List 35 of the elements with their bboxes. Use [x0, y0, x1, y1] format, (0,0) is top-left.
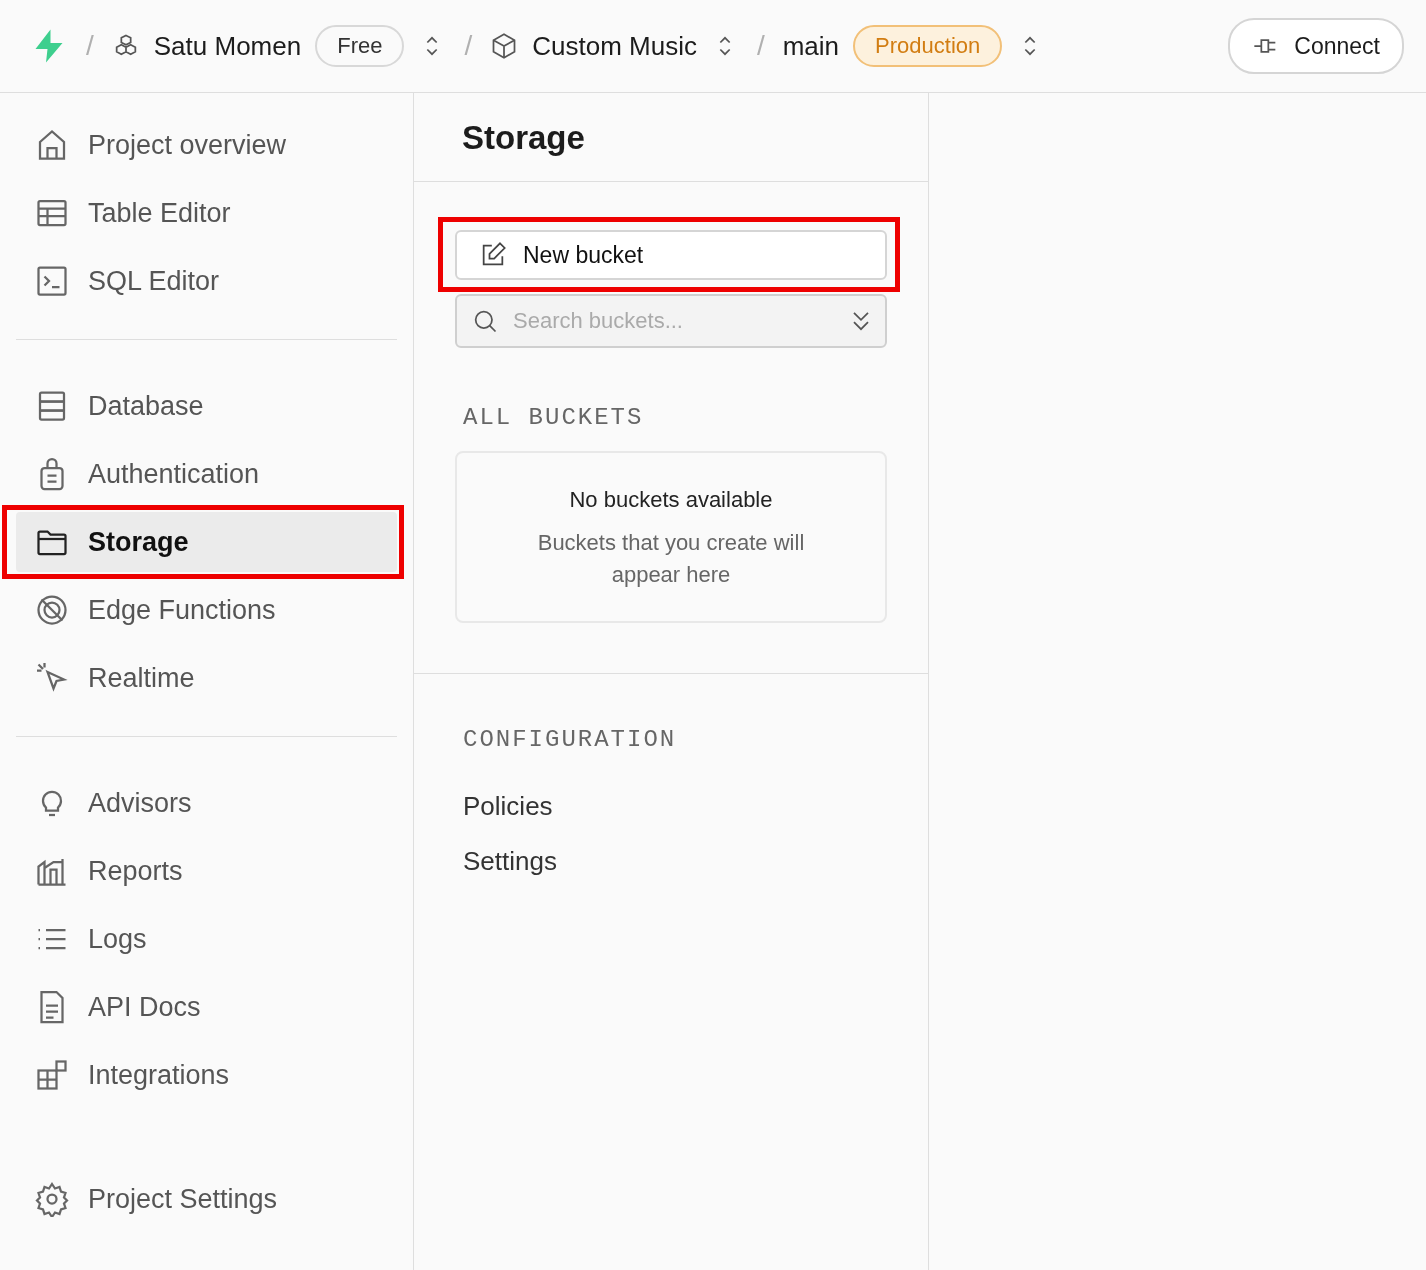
nav-item[interactable]: SQL Editor: [16, 251, 397, 311]
section-heading: ALL BUCKETS: [463, 404, 645, 431]
nav-item[interactable]: Authentication: [16, 444, 397, 504]
settings-icon: [34, 1181, 70, 1217]
slash-separator: /: [756, 30, 765, 62]
panel-title: Storage: [414, 93, 928, 182]
nav-item[interactable]: API Docs: [16, 977, 397, 1037]
breadcrumb-label[interactable]: Custom Music: [532, 30, 697, 62]
slash-separator: /: [86, 30, 94, 62]
blocks-icon: [34, 1057, 70, 1093]
new-bucket-button[interactable]: New bucket: [455, 230, 887, 280]
connect-button[interactable]: Connect: [1228, 18, 1404, 74]
config-link[interactable]: Policies: [463, 791, 879, 822]
empty-text: Buckets that you create will appear here: [536, 529, 806, 589]
breadcrumb-label[interactable]: Satu Momen: [153, 30, 302, 62]
nav-item[interactable]: Reports: [16, 841, 397, 901]
nav-item[interactable]: Edge Functions: [16, 580, 397, 640]
section-heading: CONFIGURATION: [463, 726, 678, 753]
config-link[interactable]: Settings: [463, 846, 879, 877]
nav-item[interactable]: Storage: [16, 512, 397, 572]
slash-separator: /: [464, 30, 473, 62]
plan-badge: Production: [853, 25, 1003, 67]
nav-item[interactable]: Table Editor: [16, 183, 397, 243]
empty-title: No buckets available: [568, 487, 774, 513]
nav-item[interactable]: Project overview: [16, 115, 397, 175]
nav-item[interactable]: Logs: [16, 909, 397, 969]
terminal-icon: [34, 263, 70, 299]
nav-item[interactable]: Integrations: [16, 1045, 397, 1105]
breadcrumb-label[interactable]: main: [782, 30, 840, 62]
nav-item[interactable]: Realtime: [16, 648, 397, 708]
nav-item[interactable]: Project Settings: [16, 1169, 397, 1229]
search-field[interactable]: Search buckets...: [455, 294, 887, 348]
nav-item[interactable]: Database: [16, 376, 397, 436]
plan-badge: Free: [315, 25, 405, 67]
nav-item[interactable]: Advisors: [16, 773, 397, 833]
